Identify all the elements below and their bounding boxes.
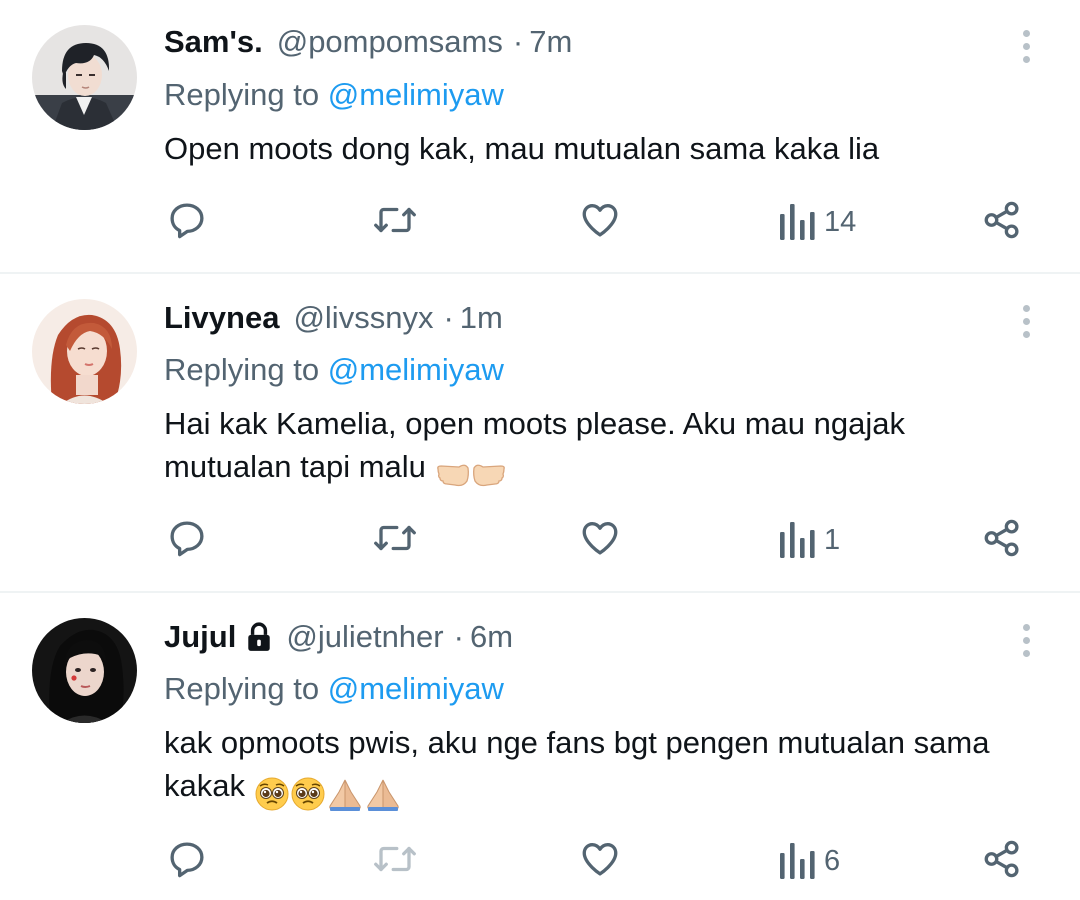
reply-icon [170, 842, 204, 878]
retweet-button[interactable] [371, 198, 419, 242]
timestamp[interactable]: 6m [470, 617, 513, 657]
more-options-icon[interactable] [1013, 620, 1039, 660]
pleading-face-emoji [255, 777, 289, 811]
analytics-icon [780, 522, 815, 558]
separator-dot: · [512, 24, 524, 59]
share-icon [984, 519, 1019, 557]
avatar-image [32, 618, 137, 723]
more-options-icon[interactable] [1013, 301, 1039, 341]
pleading-face-emoji [291, 777, 325, 811]
separator-dot: · [443, 300, 454, 335]
retweet-button[interactable] [371, 837, 419, 881]
retweet-icon [374, 207, 416, 233]
separator-dot: · [453, 619, 464, 654]
heart-icon [582, 521, 618, 555]
more-options-icon[interactable] [1013, 26, 1039, 66]
views-button[interactable]: 1 [778, 518, 840, 562]
view-count: 14 [824, 205, 857, 238]
reply-icon [170, 521, 204, 557]
emoji-group [254, 770, 402, 813]
tweet-text-content: Hai kak Kamelia, open moots please. Aku … [164, 406, 905, 484]
avatar[interactable] [32, 618, 137, 723]
reply-mention-link[interactable]: @melimiyaw [328, 671, 504, 706]
replying-to: Replying to @melimiyaw [164, 669, 504, 709]
display-name[interactable]: Sam's. [164, 22, 263, 62]
view-count: 1 [824, 523, 841, 556]
replying-to-label: Replying to [164, 671, 328, 706]
avatar[interactable] [32, 25, 137, 130]
share-button[interactable] [981, 198, 1023, 242]
replying-to: Replying to @melimiyaw [164, 350, 504, 390]
like-button[interactable] [579, 516, 621, 560]
reply-button[interactable] [166, 837, 208, 881]
share-icon [984, 201, 1019, 239]
display-name[interactable]: Livynea [164, 298, 279, 338]
tweet-header: Livynea @livssnyx · 1m [164, 298, 503, 338]
replying-to-label: Replying to [164, 352, 328, 387]
tweet-header: Jujul @julietnher · 6m [164, 617, 513, 657]
reply-tweet[interactable]: Sam's. @pompomsams · 7m Replying to @mel… [0, 0, 1080, 272]
folded-hands-emoji [366, 779, 399, 811]
reply-icon [170, 203, 204, 239]
lock-icon [248, 622, 271, 651]
views-button[interactable]: 14 [778, 200, 856, 244]
heart-icon [582, 842, 618, 876]
display-name[interactable]: Jujul [164, 617, 236, 657]
retweet-icon [374, 525, 416, 551]
heart-icon [582, 203, 618, 237]
view-count: 6 [824, 844, 841, 877]
share-icon [984, 840, 1019, 878]
user-handle[interactable]: @pompomsams [277, 22, 503, 62]
share-button[interactable] [981, 516, 1023, 560]
replying-to: Replying to @melimiyaw [164, 75, 504, 115]
folded-hands-emoji [328, 779, 361, 811]
retweet-icon [374, 846, 416, 872]
avatar-image [32, 25, 137, 130]
tweet-text: Open moots dong kak, mau mutualan sama k… [164, 127, 1024, 170]
avatar-image [32, 299, 137, 404]
reply-mention-link[interactable]: @melimiyaw [328, 77, 504, 112]
user-handle[interactable]: @livssnyx [293, 298, 433, 338]
reply-button[interactable] [166, 516, 208, 560]
analytics-icon [780, 843, 815, 879]
reply-tweet[interactable]: Livynea @livssnyx · 1m Replying to @meli… [0, 274, 1080, 591]
retweet-button[interactable] [371, 516, 419, 560]
pointing-fingers-emoji [435, 451, 507, 494]
timestamp[interactable]: 1m [460, 298, 503, 338]
reply-mention-link[interactable]: @melimiyaw [328, 352, 504, 387]
analytics-icon [780, 204, 815, 240]
replying-to-label: Replying to [164, 77, 328, 112]
tweet-header: Sam's. @pompomsams · 7m [164, 22, 572, 62]
tweet-text-content: Open moots dong kak, mau mutualan sama k… [164, 131, 880, 166]
reply-feed: Sam's. @pompomsams · 7m Replying to @mel… [0, 0, 1080, 900]
avatar[interactable] [32, 299, 137, 404]
timestamp[interactable]: 7m [529, 22, 572, 62]
like-button[interactable] [579, 198, 621, 242]
tweet-text: Hai kak Kamelia, open moots please. Aku … [164, 402, 1024, 494]
user-handle[interactable]: @julietnher [286, 617, 443, 657]
reply-button[interactable] [166, 198, 208, 242]
share-button[interactable] [981, 837, 1023, 881]
views-button[interactable]: 6 [778, 839, 840, 883]
like-button[interactable] [579, 837, 621, 881]
tweet-text: kak opmoots pwis, aku nge fans bgt penge… [164, 721, 1024, 813]
reply-tweet[interactable]: Jujul @julietnher · 6m Replying to @meli… [0, 593, 1080, 900]
